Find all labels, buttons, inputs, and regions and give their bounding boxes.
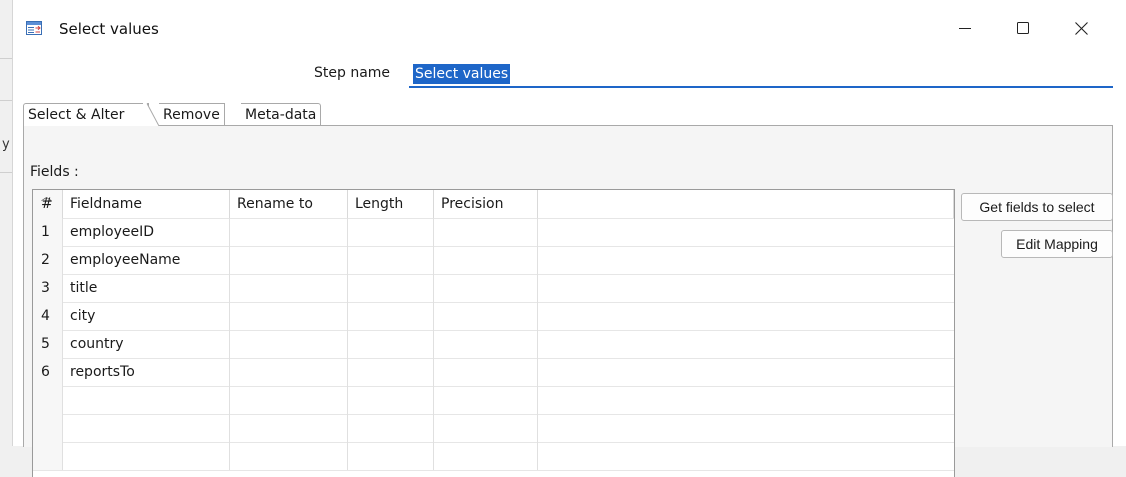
table-row[interactable]: 3 title [33,274,954,303]
length-cell[interactable] [348,414,434,442]
select-values-dialog: Select values Step name Select values Fi… [13,0,1126,477]
precision-cell[interactable] [434,358,538,386]
row-number: 4 [33,302,63,330]
fieldname-cell[interactable]: city [63,302,230,330]
column-header-filler [538,190,954,218]
row-number: 3 [33,274,63,302]
row-number [33,442,63,470]
row-number: 2 [33,246,63,274]
rename-to-cell[interactable] [230,218,348,246]
edit-mapping-button[interactable]: Edit Mapping [1001,230,1113,258]
rename-to-cell[interactable] [230,414,348,442]
minimize-icon [959,22,971,34]
precision-cell[interactable] [434,218,538,246]
filler-cell [538,218,954,246]
length-cell[interactable] [348,330,434,358]
maximize-icon [1017,22,1029,34]
filler-cell [538,442,954,470]
length-cell[interactable] [348,386,434,414]
length-cell[interactable] [348,302,434,330]
tab-slant-edge [143,103,159,126]
tab-remove[interactable]: Remove [159,103,225,126]
step-name-label: Step name [314,65,391,81]
column-header-number[interactable]: ︿ # [33,190,63,218]
minimize-button[interactable] [942,13,988,43]
length-cell[interactable] [348,246,434,274]
edge-divider [0,58,12,59]
rename-to-cell[interactable] [230,274,348,302]
filler-cell [538,330,954,358]
row-number: 5 [33,330,63,358]
rename-to-cell[interactable] [230,330,348,358]
tab-meta-data[interactable]: Meta-data [241,103,322,126]
tab-folder: Fields : ︿ # Fieldname Rename to Length … [23,96,1113,477]
rename-to-cell[interactable] [230,386,348,414]
row-number: 6 [33,358,63,386]
fieldname-cell[interactable]: reportsTo [63,358,230,386]
step-name-input[interactable] [409,62,1113,88]
sort-icon: ︿ [41,190,52,203]
table-row[interactable]: 1 employeeID [33,218,954,247]
precision-cell[interactable] [434,386,538,414]
empty-table-row[interactable] [33,414,954,443]
background-window-edge: y [0,0,13,446]
rename-to-cell[interactable] [230,246,348,274]
empty-table-row[interactable] [33,442,954,471]
fieldname-cell[interactable]: employeeName [63,246,230,274]
column-header-rename-to[interactable]: Rename to [230,190,348,218]
fieldname-cell[interactable]: title [63,274,230,302]
title-bar: Select values [13,0,1126,56]
column-header-length[interactable]: Length [348,190,434,218]
table-header-row: ︿ # Fieldname Rename to Length Precision [33,190,954,219]
edge-divider [0,100,12,101]
rename-to-cell[interactable] [230,358,348,386]
tab-select-alter[interactable]: Select & Alter [23,103,149,126]
fieldname-cell[interactable] [63,414,230,442]
filler-cell [538,358,954,386]
fields-table[interactable]: ︿ # Fieldname Rename to Length Precision… [32,189,955,477]
table-row[interactable]: 5 country [33,330,954,359]
length-cell[interactable] [348,218,434,246]
row-number [33,386,63,414]
table-row[interactable]: 4 city [33,302,954,331]
fields-label: Fields : [30,164,79,180]
close-icon [1074,21,1088,35]
precision-cell[interactable] [434,302,538,330]
precision-cell[interactable] [434,330,538,358]
table-row[interactable]: 2 employeeName [33,246,954,275]
length-cell[interactable] [348,442,434,470]
fieldname-cell[interactable]: employeeID [63,218,230,246]
table-row[interactable]: 6 reportsTo [33,358,954,387]
step-name-selected-text[interactable]: Select values [413,64,511,84]
precision-cell[interactable] [434,274,538,302]
row-number [33,414,63,442]
fieldname-cell[interactable] [63,386,230,414]
filler-cell [538,302,954,330]
get-fields-to-select-button[interactable]: Get fields to select [961,193,1113,221]
filler-cell [538,386,954,414]
fieldname-cell[interactable]: country [63,330,230,358]
close-button[interactable] [1058,13,1104,43]
precision-cell[interactable] [434,414,538,442]
column-header-fieldname[interactable]: Fieldname [63,190,230,218]
fieldname-cell[interactable] [63,442,230,470]
column-header-precision[interactable]: Precision [434,190,538,218]
filler-cell [538,414,954,442]
edge-divider [0,172,12,173]
filler-cell [538,274,954,302]
window-title: Select values [59,20,159,38]
maximize-button[interactable] [1000,13,1046,43]
rename-to-cell[interactable] [230,442,348,470]
length-cell[interactable] [348,274,434,302]
edge-text: y [2,137,10,152]
tab-panel-select-alter: Fields : ︿ # Fieldname Rename to Length … [23,125,1113,477]
precision-cell[interactable] [434,246,538,274]
filler-cell [538,246,954,274]
row-number: 1 [33,218,63,246]
length-cell[interactable] [348,358,434,386]
precision-cell[interactable] [434,442,538,470]
rename-to-cell[interactable] [230,302,348,330]
empty-table-row[interactable] [33,386,954,415]
select-values-step-icon [26,21,42,35]
